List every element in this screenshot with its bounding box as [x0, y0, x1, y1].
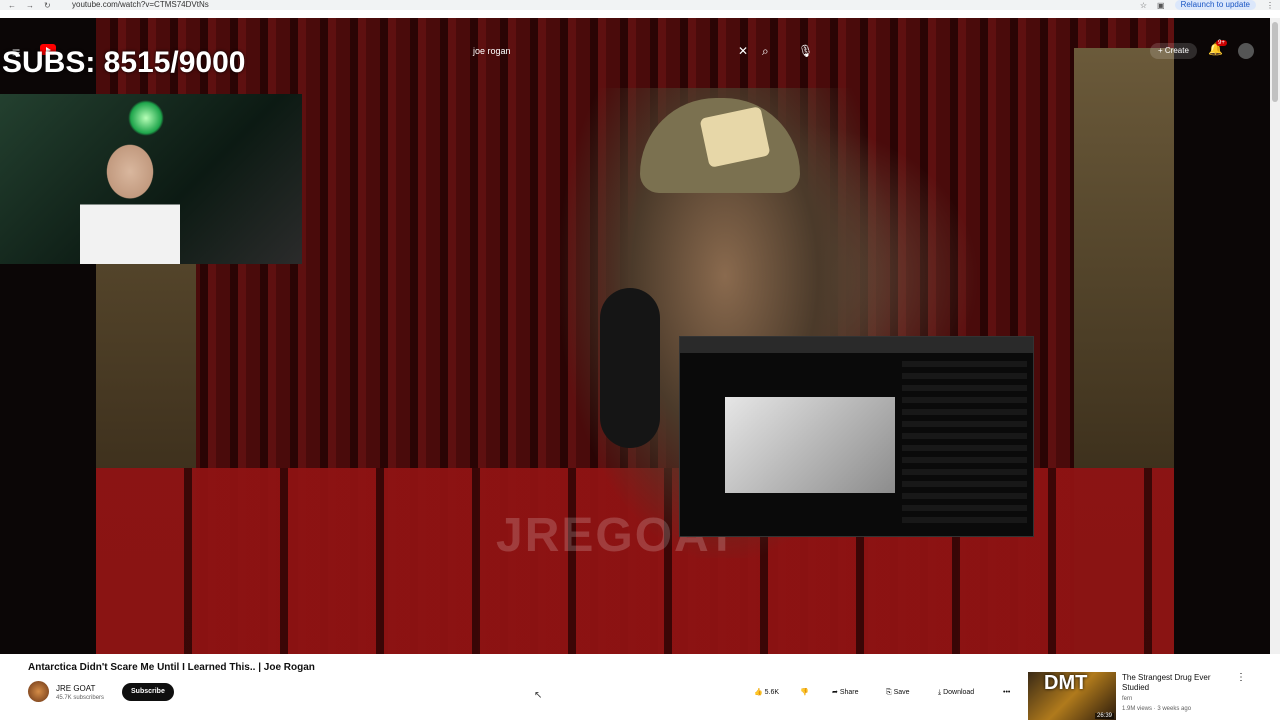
screen-share-overlay — [679, 336, 1034, 537]
recommended-meta: 1.9M views · 3 weeks ago — [1122, 706, 1192, 712]
account-avatar[interactable] — [1238, 43, 1254, 59]
recommended-channel[interactable]: fern — [1122, 696, 1132, 702]
thumbs-up-icon: 👍 — [754, 689, 763, 696]
download-button[interactable]: ⤓ Download — [938, 685, 974, 701]
neon-light — [128, 100, 164, 136]
extensions-icon[interactable]: ▣ — [1157, 1, 1165, 10]
streamer-webcam — [0, 94, 302, 264]
recommended-thumbnail[interactable]: DMT 26:39 — [1028, 672, 1116, 720]
thumbnail-text: DMT — [1044, 672, 1088, 694]
recommended-title[interactable]: The Strangest Drug Ever Studied — [1122, 673, 1232, 693]
thumbs-down-icon: 👎 — [800, 689, 809, 696]
video-player[interactable]: JREGOAT ≡ joe rogan ✕ ⌕ 🎙 + Create 🔔 9+ … — [0, 18, 1270, 654]
video-info: Antarctica Didn't Scare Me Until I Learn… — [0, 654, 1280, 720]
channel-name[interactable]: JRE GOAT — [56, 684, 95, 693]
video-title: Antarctica Didn't Scare Me Until I Learn… — [28, 662, 315, 673]
mouse-cursor-icon: ↖ — [534, 690, 543, 701]
browser-toolbar: ← → ↻ youtube.com/watch?v=CTMS74DVtNs ☆ … — [0, 0, 1280, 10]
save-button[interactable]: ⎘ Save — [886, 685, 910, 701]
dislike-button[interactable]: 👎 — [800, 685, 809, 701]
like-button[interactable]: 👍 5.6K — [754, 685, 779, 701]
streamer-figure — [80, 132, 180, 264]
star-icon[interactable]: ☆ — [1140, 1, 1147, 10]
overlay-comments — [902, 361, 1027, 529]
more-horizontal-icon: ••• — [1003, 689, 1011, 696]
relaunch-button[interactable]: Relaunch to update — [1174, 0, 1256, 10]
share-label: Share — [839, 689, 859, 696]
notifications-badge: 9+ — [1216, 40, 1227, 46]
microphone — [600, 288, 660, 448]
video-duration: 26:39 — [1094, 713, 1114, 719]
channel-subscribers: 45.7K subscribers — [56, 695, 105, 701]
scrollbar-thumb[interactable] — [1272, 22, 1278, 102]
kebab-menu-icon[interactable]: ⋮ — [1266, 1, 1274, 10]
browser-actions: ☆ ▣ Relaunch to update ⋮ — [1140, 0, 1274, 10]
clear-search-icon[interactable]: ✕ — [738, 41, 748, 61]
forward-icon[interactable]: → — [26, 1, 34, 10]
address-bar[interactable]: youtube.com/watch?v=CTMS74DVtNs — [72, 0, 209, 10]
create-label: Create — [1164, 46, 1189, 55]
like-count: 5.6K — [764, 689, 780, 696]
share-icon: ➦ — [832, 689, 838, 696]
search-input[interactable]: joe rogan — [466, 41, 763, 61]
reload-icon[interactable]: ↻ — [44, 1, 51, 10]
overlay-tabbar — [680, 337, 1033, 353]
more-actions-button[interactable]: ••• — [1003, 685, 1010, 701]
voice-search-icon[interactable]: 🎙 — [798, 41, 813, 61]
subs-counter: SUBS: 8515/9000 — [2, 46, 246, 79]
skydivers-thumbnail — [725, 397, 895, 493]
browser-nav: ← → ↻ — [0, 1, 78, 10]
bookmark-icon: ⎘ — [886, 689, 892, 696]
create-button[interactable]: + Create — [1150, 43, 1197, 59]
save-label: Save — [893, 689, 910, 696]
page-scrollbar[interactable] — [1270, 18, 1280, 654]
download-label: Download — [943, 689, 975, 696]
subscribe-button[interactable]: Subscribe — [122, 683, 174, 701]
channel-avatar[interactable] — [28, 681, 49, 702]
share-button[interactable]: ➦ Share — [832, 685, 859, 701]
back-icon[interactable]: ← — [8, 1, 16, 10]
search-icon[interactable]: ⌕ — [762, 41, 769, 61]
kebab-menu-icon[interactable]: ⋮ — [1236, 672, 1246, 683]
download-icon: ⤓ — [938, 689, 942, 696]
